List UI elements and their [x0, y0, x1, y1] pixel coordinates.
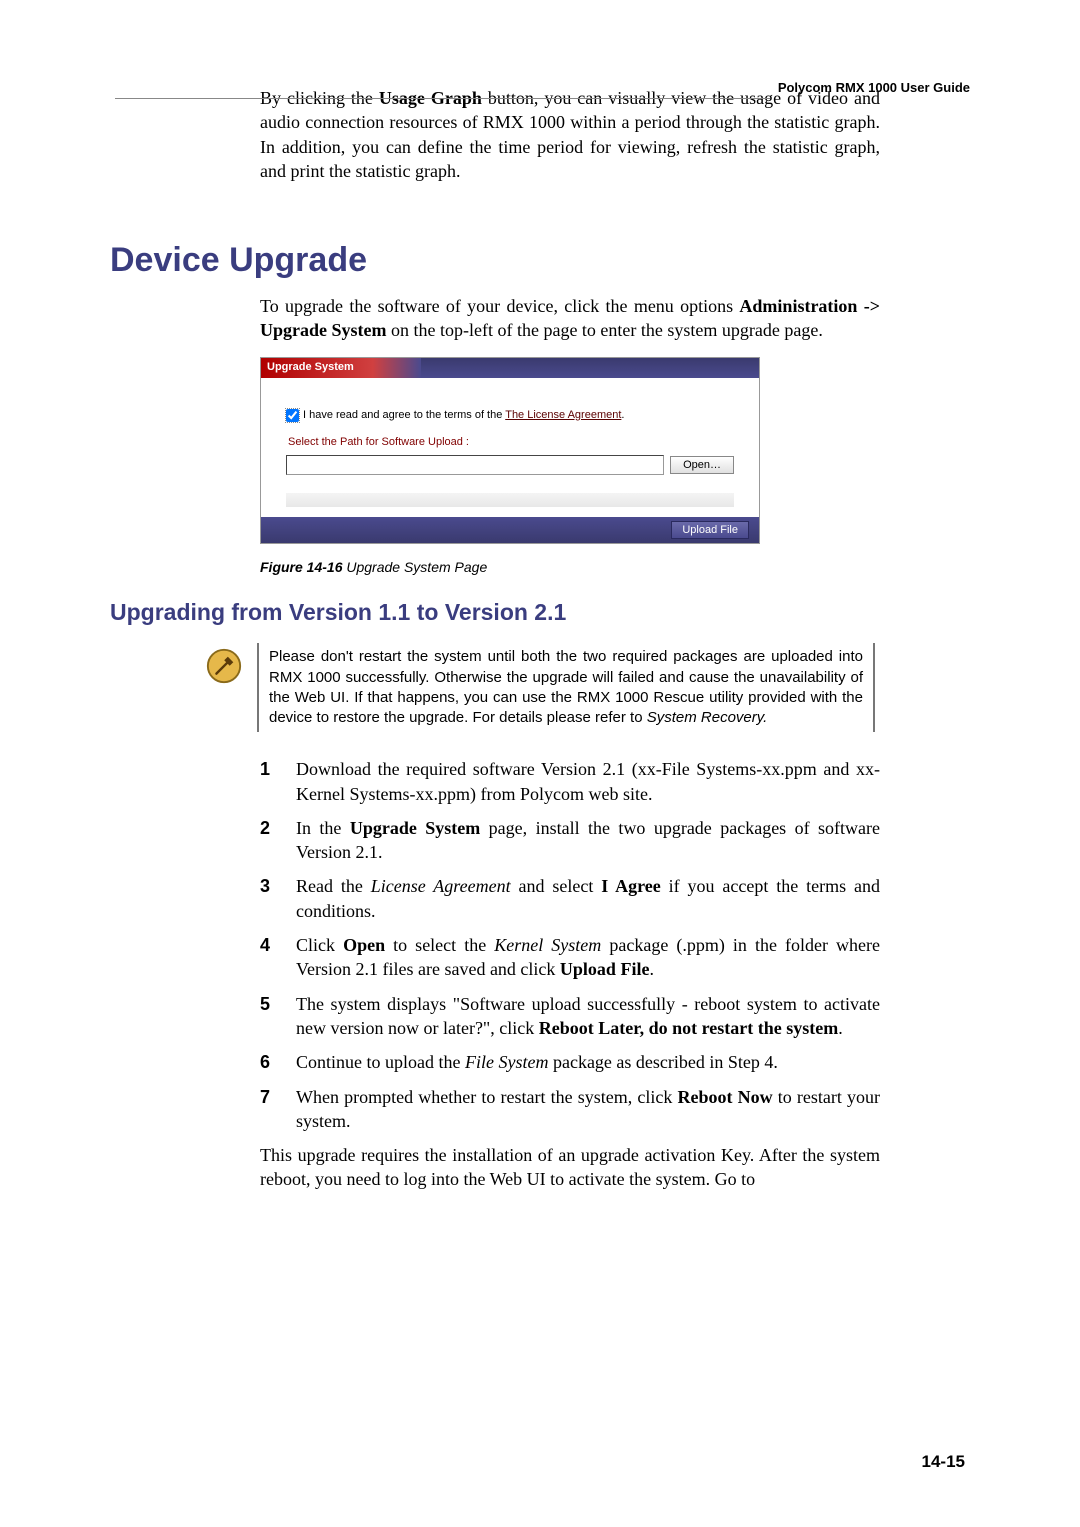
step-5: The system displays "Software upload suc… [296, 992, 880, 1041]
figure-caption: Figure 14-16 Upgrade System Page [260, 558, 880, 577]
note-box: Please don't restart the system until bo… [257, 643, 875, 732]
license-agreement-link[interactable]: The License Agreement [505, 409, 621, 421]
step-4: Click Open to select the Kernel System p… [296, 933, 880, 982]
step-3: Read the License Agreement and select I … [296, 874, 880, 923]
step-6: Continue to upload the File System packa… [296, 1050, 880, 1074]
intro-paragraph: By clicking the Usage Graph button, you … [260, 86, 880, 183]
step-2: In the Upgrade System page, install the … [296, 816, 880, 865]
step-1: Download the required software Version 2… [296, 757, 880, 806]
step-7: When prompted whether to restart the sys… [296, 1085, 880, 1134]
agree-text: I have read and agree to the terms of th… [303, 408, 624, 423]
open-button[interactable]: Open… [670, 456, 734, 474]
closing-paragraph: This upgrade requires the installation o… [260, 1143, 880, 1192]
header-doc-title: Polycom RMX 1000 User Guide [778, 80, 970, 95]
steps-list: 1Download the required software Version … [260, 757, 880, 1133]
note-icon [205, 647, 243, 685]
progress-bar-placeholder [286, 493, 734, 507]
section-heading: Device Upgrade [110, 238, 880, 284]
header-rule [115, 98, 770, 99]
upload-path-label: Select the Path for Software Upload : [288, 435, 734, 450]
agree-checkbox[interactable] [286, 409, 299, 422]
upload-file-button[interactable]: Upload File [671, 521, 749, 539]
figure-tabbar: Upgrade System [261, 358, 759, 378]
subsection-heading: Upgrading from Version 1.1 to Version 2.… [110, 597, 880, 628]
tab-upgrade-system[interactable]: Upgrade System [261, 358, 421, 378]
page-number: 14-15 [922, 1452, 965, 1472]
upgrade-system-figure: Upgrade System I have read and agree to … [260, 357, 760, 545]
upload-path-input[interactable] [286, 455, 664, 475]
upgrade-intro-paragraph: To upgrade the software of your device, … [260, 294, 880, 343]
